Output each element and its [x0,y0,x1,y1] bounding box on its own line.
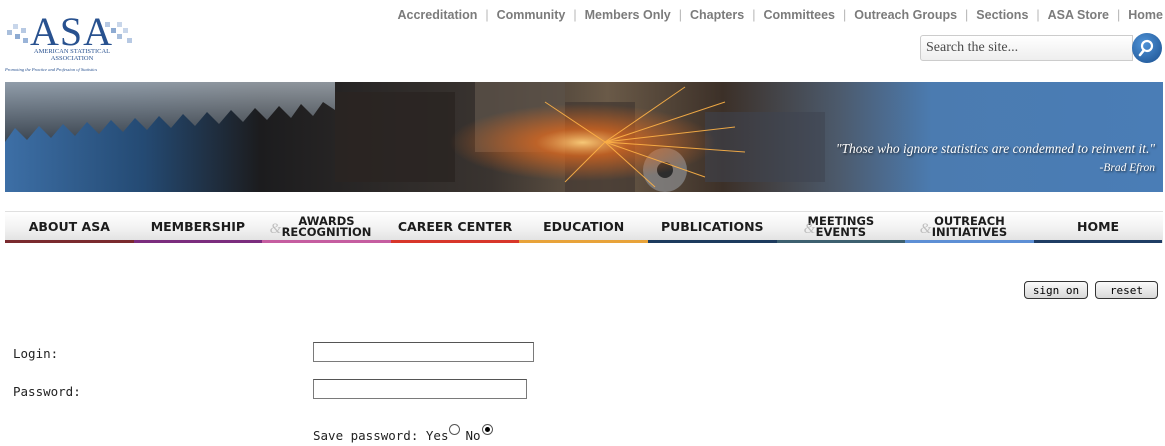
nav-label: EDUCATION [543,218,625,234]
logo-wordmark: ASA [30,9,114,54]
password-label: Password: [13,384,81,399]
top-link-home[interactable]: Home [1128,8,1163,22]
nav-separator: | [1117,8,1121,22]
reset-button[interactable]: reset [1095,281,1158,299]
save-password-yes-radio[interactable] [449,424,461,435]
nav-separator: | [485,8,489,22]
banner-machinery-image [5,82,1163,192]
nav-label: ABOUT ASA [28,218,110,234]
nav-publications[interactable]: PUBLICATIONS [647,212,777,243]
nav-label-line2: INITIATIVES [931,224,1008,239]
save-password-no-label: No [465,428,481,443]
nav-label-line2-wrap: & RECOGNITION [270,221,372,239]
nav-separator: | [752,8,756,22]
hero-banner: "Those who ignore statistics are condemn… [5,82,1163,192]
logo-tagline: Promoting the Practice and Profession of… [5,67,98,72]
top-link-accreditation[interactable]: Accreditation [397,8,477,22]
nav-career-center[interactable]: CAREER CENTER [390,212,520,243]
nav-label-line2: RECOGNITION [281,224,372,239]
top-link-sections[interactable]: Sections [976,8,1028,22]
password-field[interactable] [313,379,527,399]
nav-separator: | [843,8,847,22]
asa-logo[interactable]: ASA AMERICAN STATISTICAL ASSOCIATION Pro… [5,12,137,76]
nav-meetings-events[interactable]: MEETINGS & EVENTS [776,212,906,243]
nav-awards-recognition[interactable]: AWARDS & RECOGNITION [262,212,391,243]
nav-label-line2: EVENTS [815,224,867,239]
nav-label: HOME [1077,218,1120,234]
site-search-input[interactable] [920,35,1133,61]
quote-attribution: -Brad Efron [1099,162,1155,174]
top-link-asa-store[interactable]: ASA Store [1048,8,1109,22]
nav-separator: | [965,8,969,22]
save-password-no-radio[interactable] [481,424,493,435]
login-label: Login: [13,346,59,361]
nav-education[interactable]: EDUCATION [519,212,648,243]
top-link-community[interactable]: Community [497,8,566,22]
save-password-label: Save password: [313,428,419,443]
top-link-members-only[interactable]: Members Only [585,8,671,22]
ampersand-glyph: & [269,220,282,237]
nav-label-line2-wrap: & INITIATIVES [920,221,1008,239]
nav-home[interactable]: HOME [1033,212,1163,243]
nav-separator: | [573,8,577,22]
logo-org-line1: AMERICAN STATISTICAL [33,48,111,55]
nav-separator: | [1036,8,1040,22]
ampersand-glyph: & [919,220,932,237]
save-password-yes-label: Yes [425,428,449,443]
nav-label: CAREER CENTER [397,218,513,234]
utility-nav: Accreditation | Community | Members Only | Cha… [397,8,1163,22]
nav-about-asa[interactable]: ABOUT ASA [5,212,134,243]
nav-membership[interactable]: MEMBERSHIP [133,212,263,243]
quote-text: "Those who ignore statistics are condemn… [835,141,1155,156]
banner-quote: "Those who ignore statistics are condemn… [836,141,1155,174]
nav-label: MEMBERSHIP [150,218,246,234]
nav-separator: | [678,8,683,22]
top-link-outreach-groups[interactable]: Outreach Groups [854,8,957,22]
top-link-chapters[interactable]: Chapters [690,8,744,22]
ampersand-glyph: & [803,220,816,237]
search-arrow-icon [1138,39,1154,57]
save-password-row: Save password: Yes No [313,424,498,443]
login-field[interactable] [313,342,534,362]
main-nav: ABOUT ASA MEMBERSHIP AWARDS & RECOGNITION… [5,211,1163,243]
nav-outreach-initiatives[interactable]: OUTREACH & INITIATIVES [905,212,1034,243]
nav-label: PUBLICATIONS [660,218,764,234]
logo-org-line2: ASSOCIATION [50,55,94,62]
search-button[interactable] [1132,33,1162,63]
nav-label-line2-wrap: & EVENTS [804,221,867,239]
sign-on-button[interactable]: sign on [1024,281,1088,299]
top-link-committees[interactable]: Committees [763,8,835,22]
